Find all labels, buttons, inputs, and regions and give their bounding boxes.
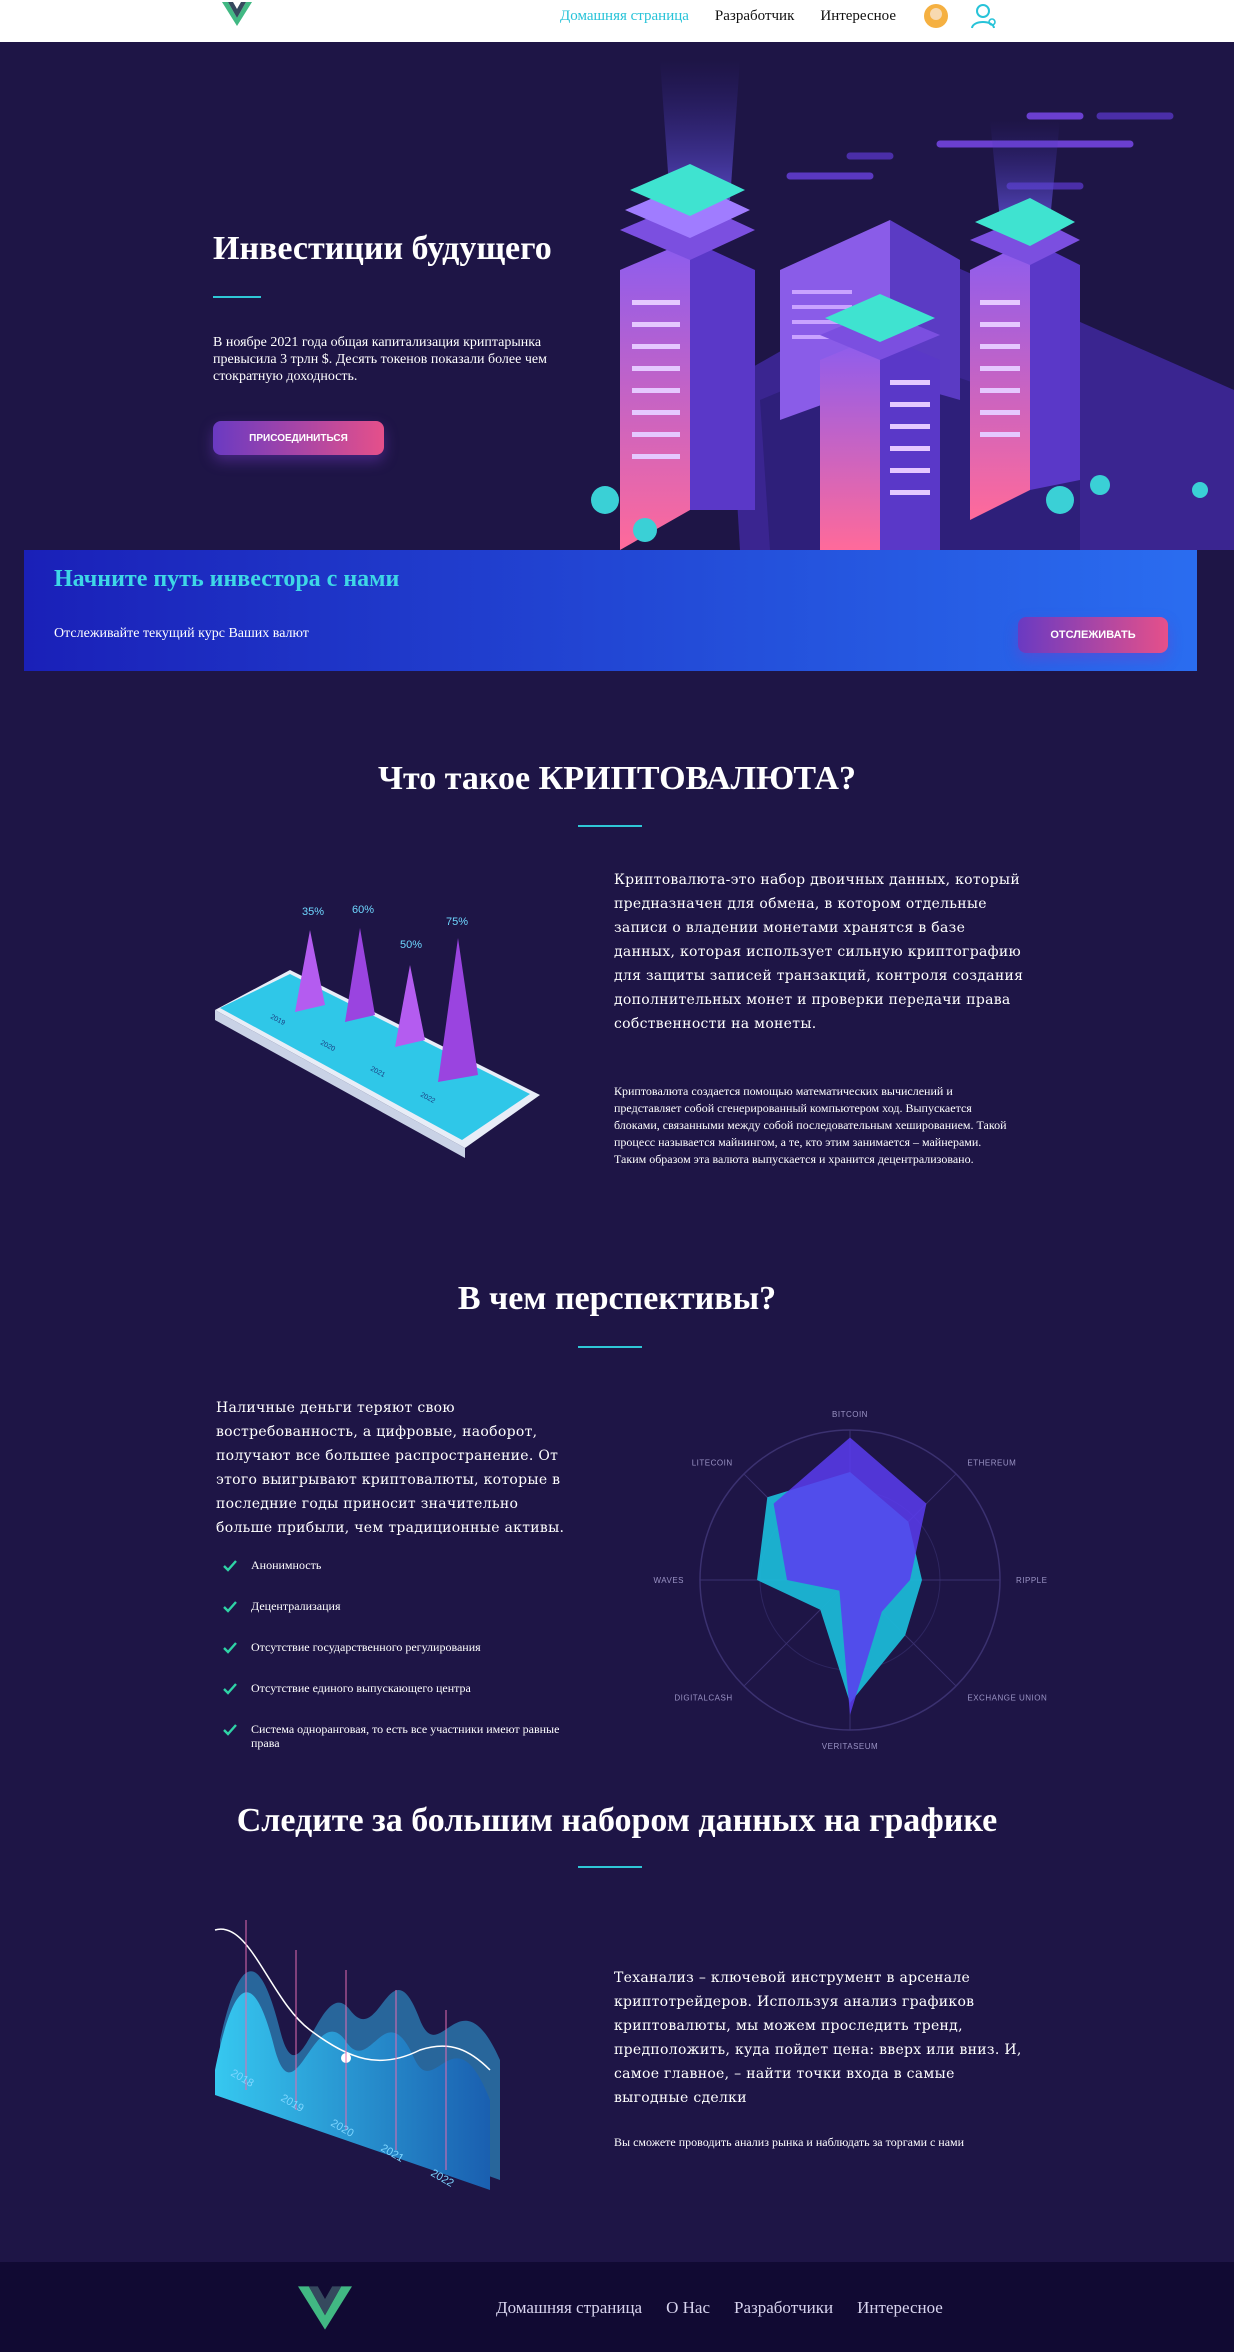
prospects-paragraph: Наличные деньги теряют свою востребованн… (216, 1400, 565, 1536)
nav-home-link[interactable]: Домашняя страница (560, 8, 689, 25)
check-icon (223, 1724, 237, 1736)
list-item-label: Анонимность (251, 1558, 322, 1572)
list-item: Система одноранговая, то есть все участн… (223, 1722, 583, 1750)
section-divider (578, 1346, 642, 1348)
footer-interesting-link[interactable]: Интересное (857, 2298, 943, 2318)
crypto-radar-chart: BITCOIN ETHEREUM RIPPLE EXCHANGE UNION VERIT… (653, 1410, 1047, 1751)
footer-nav: Домашняя страница О Нас Разработчики Инт… (496, 2298, 967, 2318)
join-button[interactable]: ПРИСОЕДИНИТЬСЯ (213, 421, 384, 455)
radar-axis-label: ETHEREUM (967, 1459, 1016, 1468)
footer-home-link[interactable]: Домашняя страница (496, 2298, 642, 2318)
check-icon (223, 1601, 237, 1613)
list-item: Децентрализация (223, 1599, 583, 1614)
radar-axis-label: DIGITALCASH (674, 1693, 732, 1702)
nav-interesting-link[interactable]: Интересное (820, 8, 896, 25)
list-item-label: Децентрализация (251, 1599, 341, 1613)
list-item: Отсутствие единого выпускающего центра (223, 1681, 583, 1696)
section-title-what: Что такое КРИПТОВАЛЮТА? (378, 760, 856, 797)
check-icon (223, 1642, 237, 1654)
data-paragraph: Теханализ – ключевой инструмент в арсена… (614, 1970, 1022, 2106)
list-item: Анонимность (223, 1558, 583, 1573)
benefits-list: Анонимность Децентрализация Отсутствие г… (223, 1558, 583, 1776)
radar-axis-label: RIPPLE (1016, 1576, 1047, 1585)
pct-label-3: 50% (400, 939, 422, 951)
section-title-prospects: В чем перспективы? (457, 1280, 777, 1317)
nav-developer-link[interactable]: Разработчик (715, 8, 794, 25)
radar-series-2 (773, 1437, 927, 1715)
section-divider (578, 825, 642, 827)
radar-axis-label: BITCOIN (832, 1410, 868, 1419)
phone-pyramids-illustration: 35% 60% 50% 75% 2019 2020 2021 2022 (215, 904, 540, 1158)
data-small-text: Вы сможете проводить анализ рынка и набл… (614, 2135, 965, 2149)
wave-chart-illustration: 2018 2019 2020 2021 2022 (214, 1920, 500, 2190)
radar-axis-label: EXCHANGE UNION (967, 1693, 1047, 1702)
check-icon (223, 1560, 237, 1572)
radar-axis-label: VERITASEUM (822, 1742, 878, 1751)
hero-divider (213, 296, 261, 298)
list-item-label: Отсутствие единого выпускающего центра (251, 1681, 471, 1695)
banner-title: Начните путь инвестора с нами (54, 566, 400, 592)
banner-text: Отслеживайте текущий курс Ваших валют (54, 626, 309, 641)
footer: Домашняя страница О Нас Разработчики Инт… (0, 2262, 1234, 2352)
pct-label-4: 75% (446, 916, 468, 928)
radar-axis-label: LITECOIN (692, 1459, 733, 1468)
section-divider (578, 1866, 642, 1868)
user-account-icon[interactable] (970, 2, 998, 30)
list-item: Отсутствие государственного регулировани… (223, 1640, 583, 1655)
investor-banner: Начните путь инвестора с нами Отслеживай… (24, 550, 1197, 671)
vue-logo-icon[interactable] (222, 2, 252, 26)
track-button[interactable]: ОТСЛЕЖИВАТЬ (1018, 617, 1168, 653)
top-navbar: Домашняя страница Разработчик Интересное (0, 0, 1234, 42)
pct-label-2: 60% (352, 904, 374, 916)
avatar[interactable] (924, 4, 948, 28)
list-item-label: Отсутствие государственного регулировани… (251, 1640, 481, 1654)
radar-axis-label: WAVES (653, 1576, 684, 1585)
hero-title: Инвестиции будущего (213, 230, 552, 267)
main-nav: Домашняя страница Разработчик Интересное (560, 0, 922, 32)
footer-developers-link[interactable]: Разработчики (734, 2298, 833, 2318)
check-icon (223, 1683, 237, 1695)
section-title-data: Следите за большим набором данных на гра… (236, 1802, 998, 1839)
list-item-label: Система одноранговая, то есть все участн… (251, 1722, 560, 1750)
hero-text: В ноябре 2021 года общая капитализация к… (213, 335, 547, 384)
footer-about-link[interactable]: О Нас (666, 2298, 710, 2318)
isometric-city-illustration (591, 60, 1234, 550)
what-paragraph-2: Криптовалюта создается помощью математич… (614, 1084, 1007, 1166)
pct-label-1: 35% (302, 906, 324, 918)
what-paragraph-1: Криптовалюта-это набор двоичных данных, … (614, 872, 1024, 1032)
vue-logo-icon[interactable] (298, 2286, 352, 2330)
